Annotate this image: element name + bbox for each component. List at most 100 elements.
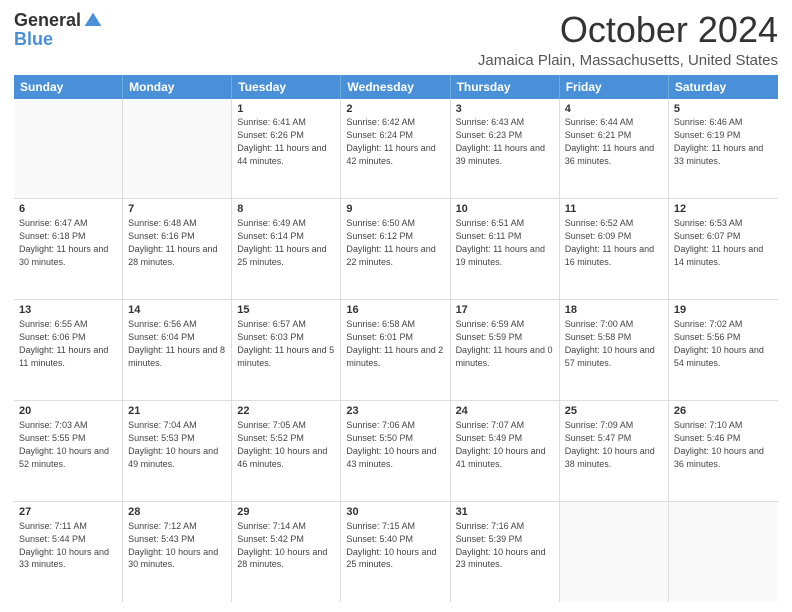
table-row: 14Sunrise: 6:56 AM Sunset: 6:04 PM Dayli…	[123, 300, 232, 400]
cell-content: Sunrise: 6:48 AM Sunset: 6:16 PM Dayligh…	[128, 218, 217, 266]
cell-content: Sunrise: 7:07 AM Sunset: 5:49 PM Dayligh…	[456, 420, 546, 468]
cell-content: Sunrise: 7:09 AM Sunset: 5:47 PM Dayligh…	[565, 420, 655, 468]
cell-content: Sunrise: 7:02 AM Sunset: 5:56 PM Dayligh…	[674, 319, 764, 367]
table-row: 18Sunrise: 7:00 AM Sunset: 5:58 PM Dayli…	[560, 300, 669, 400]
table-row: 10Sunrise: 6:51 AM Sunset: 6:11 PM Dayli…	[451, 199, 560, 299]
cal-header-monday: Monday	[123, 75, 232, 99]
table-row: 26Sunrise: 7:10 AM Sunset: 5:46 PM Dayli…	[669, 401, 778, 501]
cal-header-thursday: Thursday	[451, 75, 560, 99]
day-number: 27	[19, 505, 117, 520]
cal-header-friday: Friday	[560, 75, 669, 99]
day-number: 2	[346, 102, 444, 117]
day-number: 5	[674, 102, 773, 117]
logo: General Blue	[14, 10, 103, 50]
table-row: 9Sunrise: 6:50 AM Sunset: 6:12 PM Daylig…	[341, 199, 450, 299]
cell-content: Sunrise: 6:52 AM Sunset: 6:09 PM Dayligh…	[565, 218, 654, 266]
logo-blue: Blue	[14, 29, 53, 49]
location: Jamaica Plain, Massachusetts, United Sta…	[478, 52, 778, 69]
day-number: 18	[565, 303, 663, 318]
table-row: 27Sunrise: 7:11 AM Sunset: 5:44 PM Dayli…	[14, 502, 123, 602]
table-row: 5Sunrise: 6:46 AM Sunset: 6:19 PM Daylig…	[669, 99, 778, 199]
cell-content: Sunrise: 7:10 AM Sunset: 5:46 PM Dayligh…	[674, 420, 764, 468]
table-row: 28Sunrise: 7:12 AM Sunset: 5:43 PM Dayli…	[123, 502, 232, 602]
month-title: October 2024	[478, 10, 778, 50]
cal-header-sunday: Sunday	[14, 75, 123, 99]
logo-general: General	[14, 10, 81, 31]
logo-text: General	[14, 10, 103, 31]
cell-content: Sunrise: 7:05 AM Sunset: 5:52 PM Dayligh…	[237, 420, 327, 468]
cell-content: Sunrise: 6:56 AM Sunset: 6:04 PM Dayligh…	[128, 319, 225, 367]
calendar-row-4: 27Sunrise: 7:11 AM Sunset: 5:44 PM Dayli…	[14, 502, 778, 602]
calendar-header: SundayMondayTuesdayWednesdayThursdayFrid…	[14, 75, 778, 99]
day-number: 16	[346, 303, 444, 318]
day-number: 26	[674, 404, 773, 419]
table-row: 1Sunrise: 6:41 AM Sunset: 6:26 PM Daylig…	[232, 99, 341, 199]
cell-content: Sunrise: 7:14 AM Sunset: 5:42 PM Dayligh…	[237, 521, 327, 569]
page: General Blue October 2024 Jamaica Plain,…	[0, 0, 792, 612]
cell-content: Sunrise: 6:51 AM Sunset: 6:11 PM Dayligh…	[456, 218, 545, 266]
table-row: 3Sunrise: 6:43 AM Sunset: 6:23 PM Daylig…	[451, 99, 560, 199]
table-row: 13Sunrise: 6:55 AM Sunset: 6:06 PM Dayli…	[14, 300, 123, 400]
table-row: 4Sunrise: 6:44 AM Sunset: 6:21 PM Daylig…	[560, 99, 669, 199]
day-number: 11	[565, 202, 663, 217]
day-number: 4	[565, 102, 663, 117]
day-number: 28	[128, 505, 226, 520]
cell-content: Sunrise: 6:50 AM Sunset: 6:12 PM Dayligh…	[346, 218, 435, 266]
cell-content: Sunrise: 6:49 AM Sunset: 6:14 PM Dayligh…	[237, 218, 326, 266]
table-row: 15Sunrise: 6:57 AM Sunset: 6:03 PM Dayli…	[232, 300, 341, 400]
table-row: 8Sunrise: 6:49 AM Sunset: 6:14 PM Daylig…	[232, 199, 341, 299]
cell-content: Sunrise: 7:12 AM Sunset: 5:43 PM Dayligh…	[128, 521, 218, 569]
table-row: 23Sunrise: 7:06 AM Sunset: 5:50 PM Dayli…	[341, 401, 450, 501]
table-row: 12Sunrise: 6:53 AM Sunset: 6:07 PM Dayli…	[669, 199, 778, 299]
day-number: 1	[237, 102, 335, 117]
day-number: 30	[346, 505, 444, 520]
day-number: 22	[237, 404, 335, 419]
calendar-row-2: 13Sunrise: 6:55 AM Sunset: 6:06 PM Dayli…	[14, 300, 778, 401]
day-number: 8	[237, 202, 335, 217]
cell-content: Sunrise: 6:44 AM Sunset: 6:21 PM Dayligh…	[565, 117, 654, 165]
table-row: 16Sunrise: 6:58 AM Sunset: 6:01 PM Dayli…	[341, 300, 450, 400]
cal-header-saturday: Saturday	[669, 75, 778, 99]
day-number: 23	[346, 404, 444, 419]
day-number: 21	[128, 404, 226, 419]
table-row: 29Sunrise: 7:14 AM Sunset: 5:42 PM Dayli…	[232, 502, 341, 602]
table-row: 20Sunrise: 7:03 AM Sunset: 5:55 PM Dayli…	[14, 401, 123, 501]
day-number: 6	[19, 202, 117, 217]
cell-content: Sunrise: 7:16 AM Sunset: 5:39 PM Dayligh…	[456, 521, 546, 569]
day-number: 20	[19, 404, 117, 419]
day-number: 17	[456, 303, 554, 318]
table-row	[123, 99, 232, 199]
cell-content: Sunrise: 7:04 AM Sunset: 5:53 PM Dayligh…	[128, 420, 218, 468]
cell-content: Sunrise: 6:57 AM Sunset: 6:03 PM Dayligh…	[237, 319, 334, 367]
calendar: SundayMondayTuesdayWednesdayThursdayFrid…	[14, 75, 778, 602]
day-number: 29	[237, 505, 335, 520]
day-number: 9	[346, 202, 444, 217]
day-number: 24	[456, 404, 554, 419]
calendar-body: 1Sunrise: 6:41 AM Sunset: 6:26 PM Daylig…	[14, 99, 778, 602]
cell-content: Sunrise: 6:53 AM Sunset: 6:07 PM Dayligh…	[674, 218, 763, 266]
table-row	[14, 99, 123, 199]
cell-content: Sunrise: 7:03 AM Sunset: 5:55 PM Dayligh…	[19, 420, 109, 468]
day-number: 31	[456, 505, 554, 520]
table-row	[560, 502, 669, 602]
day-number: 12	[674, 202, 773, 217]
cell-content: Sunrise: 7:00 AM Sunset: 5:58 PM Dayligh…	[565, 319, 655, 367]
table-row: 11Sunrise: 6:52 AM Sunset: 6:09 PM Dayli…	[560, 199, 669, 299]
day-number: 10	[456, 202, 554, 217]
day-number: 25	[565, 404, 663, 419]
table-row: 30Sunrise: 7:15 AM Sunset: 5:40 PM Dayli…	[341, 502, 450, 602]
day-number: 19	[674, 303, 773, 318]
calendar-row-1: 6Sunrise: 6:47 AM Sunset: 6:18 PM Daylig…	[14, 199, 778, 300]
table-row: 7Sunrise: 6:48 AM Sunset: 6:16 PM Daylig…	[123, 199, 232, 299]
table-row: 2Sunrise: 6:42 AM Sunset: 6:24 PM Daylig…	[341, 99, 450, 199]
cell-content: Sunrise: 6:41 AM Sunset: 6:26 PM Dayligh…	[237, 117, 326, 165]
header: General Blue October 2024 Jamaica Plain,…	[14, 10, 778, 69]
table-row: 31Sunrise: 7:16 AM Sunset: 5:39 PM Dayli…	[451, 502, 560, 602]
cell-content: Sunrise: 6:58 AM Sunset: 6:01 PM Dayligh…	[346, 319, 443, 367]
cell-content: Sunrise: 7:15 AM Sunset: 5:40 PM Dayligh…	[346, 521, 436, 569]
table-row: 21Sunrise: 7:04 AM Sunset: 5:53 PM Dayli…	[123, 401, 232, 501]
cell-content: Sunrise: 6:42 AM Sunset: 6:24 PM Dayligh…	[346, 117, 435, 165]
table-row: 25Sunrise: 7:09 AM Sunset: 5:47 PM Dayli…	[560, 401, 669, 501]
table-row: 24Sunrise: 7:07 AM Sunset: 5:49 PM Dayli…	[451, 401, 560, 501]
day-number: 3	[456, 102, 554, 117]
